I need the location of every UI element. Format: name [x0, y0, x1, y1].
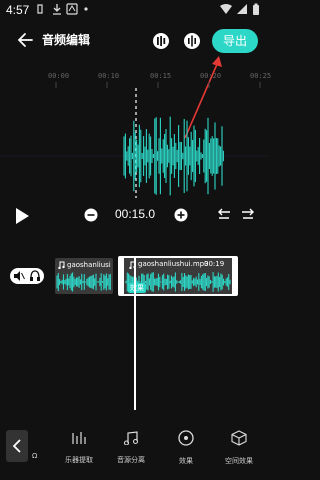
effect-tag: 效果 [128, 283, 146, 293]
chevron-left-icon [12, 439, 21, 453]
clip-1-waveform [56, 272, 111, 292]
tool-label: 空间效果 [225, 457, 253, 465]
ruler-label: 00:00 [48, 72, 70, 80]
ruler-label: 00:10 [98, 72, 120, 80]
undo-icon[interactable] [216, 208, 232, 222]
ruler-label: 00:15 [150, 72, 172, 80]
music-note-icon [58, 261, 65, 269]
playback-controls: 00:15.0 [0, 204, 270, 228]
tool-instrument-extract[interactable]: 乐器提取 [54, 430, 104, 465]
collapse-toolbar-button[interactable] [6, 430, 28, 462]
music-note-icon [123, 431, 139, 446]
sliders-icon [72, 432, 86, 444]
cube-icon [231, 430, 247, 446]
tool-source-separation[interactable]: 音源分离 [106, 430, 156, 465]
zoom-in-icon[interactable] [174, 208, 188, 222]
waveform-display[interactable] [0, 88, 270, 208]
ruler-label: 00:25 [250, 72, 272, 80]
toolbar-extra-label: Ω [32, 452, 38, 460]
clip-1-name: gaoshanliusi [67, 261, 111, 269]
redo-icon[interactable] [240, 208, 256, 222]
audio-clip-2-selected[interactable]: gaoshanliushui.mp3 00:19 效果 [118, 256, 238, 296]
clip-trim-handle-right[interactable] [232, 256, 238, 296]
tool-label: 乐器提取 [65, 456, 93, 464]
tool-effects[interactable]: 效果 [161, 430, 211, 466]
playhead-line[interactable] [134, 258, 136, 410]
ruler-label: 00:20 [200, 72, 222, 80]
clip-2-name: gaoshanliushui.mp3 [138, 260, 209, 268]
clip-2-duration: 00:19 [204, 260, 225, 268]
bottom-toolbar: Ω 乐器提取 音源分离 效果 空间效果 [0, 420, 270, 476]
tool-label: 效果 [179, 457, 193, 465]
tool-spatial-effects[interactable]: 空间效果 [214, 430, 264, 466]
headphone-icon[interactable] [29, 270, 41, 282]
waveform-graph [0, 88, 270, 198]
disc-icon [178, 430, 194, 446]
tool-label: 音源分离 [117, 456, 145, 464]
audio-clip-1[interactable]: gaoshanliusi [55, 258, 113, 294]
track-controls [10, 268, 44, 284]
mute-icon[interactable] [13, 270, 25, 282]
